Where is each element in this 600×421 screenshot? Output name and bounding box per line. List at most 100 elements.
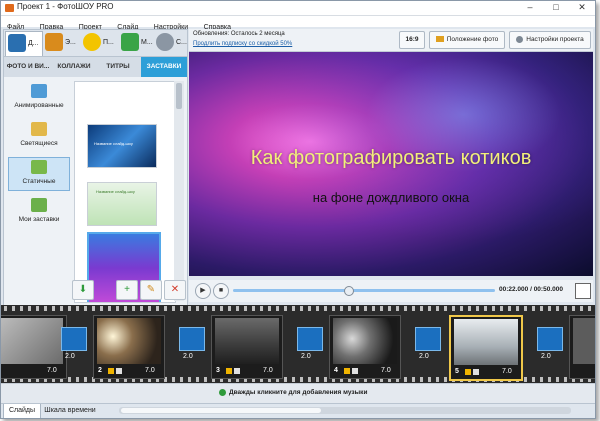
time-display: 00:22.000 / 00:50.000 — [499, 286, 563, 293]
project-settings-button[interactable]: Настройки проекта — [509, 31, 591, 49]
title-bar: Проект 1 - ФотоШОУ PRO – □ ✕ — [1, 1, 595, 16]
window-title: Проект 1 - ФотоШОУ PRO — [17, 2, 114, 11]
new-intro-button[interactable]: + — [116, 280, 138, 300]
subtab-intros[interactable]: ЗАСТАВКИ — [141, 57, 187, 77]
transition-5[interactable]: 2.0 — [537, 327, 563, 367]
thumbnails-scrollbar[interactable] — [174, 81, 184, 301]
scrollbar-thumb[interactable] — [121, 408, 321, 413]
category-list: Анимированные Светящиеся Статичные Мои з… — [8, 81, 70, 233]
play-button[interactable]: ▶ — [195, 283, 211, 299]
tab-music[interactable]: М... — [119, 31, 153, 55]
category-glowing[interactable]: Светящиеся — [8, 119, 70, 153]
transition-1[interactable]: 2.0 — [61, 327, 87, 367]
slide-thumbnail-2[interactable]: 2 7.0 — [93, 315, 165, 379]
timeline-scrollbar[interactable] — [119, 407, 571, 414]
slide-image — [215, 318, 279, 364]
preview-subtitle: на фоне дождливого окна — [312, 190, 470, 205]
category-animated[interactable]: Анимированные — [8, 81, 70, 115]
slide-thumbnail-4[interactable]: 4 7.0 — [329, 315, 401, 379]
close-button[interactable]: ✕ — [569, 1, 595, 14]
panel-toolbar: ⬇ + ✎ ✕ — [4, 280, 187, 306]
slide-preview[interactable]: Как фотографировать котиков на фоне дожд… — [189, 52, 593, 276]
bottom-bar: Слайды Шкала времени — [1, 403, 595, 418]
maximize-button[interactable]: □ — [543, 1, 569, 14]
music-icon — [121, 33, 139, 51]
slide-sound-icon[interactable] — [473, 369, 479, 375]
fullscreen-button[interactable] — [575, 283, 591, 299]
aspect-ratio-button[interactable]: 16:9 — [399, 31, 425, 49]
transition-icon — [61, 327, 87, 351]
animated-icon — [31, 84, 47, 98]
edit-slide-icon[interactable] — [465, 369, 471, 375]
tab-photos[interactable]: Д... — [5, 31, 43, 56]
progress-handle[interactable] — [344, 286, 355, 296]
slide-sound-icon[interactable] — [234, 368, 240, 374]
subtab-collages[interactable]: КОЛЛАЖИ — [52, 57, 96, 77]
top-bar: Обновления: Осталось 2 месяца Продлить п… — [189, 29, 593, 52]
photos-icon — [8, 34, 26, 52]
gear-icon — [516, 35, 524, 43]
effects-icon — [45, 33, 63, 51]
photo-position-icon — [435, 36, 444, 43]
edit-slide-icon[interactable] — [226, 368, 232, 374]
film-perforation-top — [1, 306, 595, 311]
transition-icon — [537, 327, 563, 351]
slide-thumbnail-6[interactable] — [569, 315, 595, 379]
slide-filmstrip: ◀ ▶ 7.0 2.0 2 7.0 2.0 3 7.0 — [1, 305, 595, 383]
tab-slides[interactable]: Слайды — [3, 404, 41, 418]
static-icon — [31, 160, 47, 174]
slide-thumbnail-1[interactable]: 7.0 — [1, 315, 67, 379]
subtab-titles[interactable]: ТИТРЫ — [96, 57, 140, 77]
slide-image — [97, 318, 161, 364]
add-to-project-button[interactable]: ⬇ — [72, 280, 94, 300]
edit-intro-button[interactable]: ✎ — [140, 280, 162, 300]
intro-thumbnail[interactable]: Название слайд-шоу — [87, 182, 157, 226]
category-static[interactable]: Статичные — [8, 157, 70, 191]
transition-2[interactable]: 2.0 — [179, 327, 205, 367]
stop-button[interactable]: ■ — [213, 283, 229, 299]
slide-image — [1, 318, 63, 364]
slide-thumbnail-3[interactable]: 3 7.0 — [211, 315, 283, 379]
category-my-intros[interactable]: Мои заставки — [8, 195, 70, 229]
minimize-button[interactable]: – — [517, 1, 543, 14]
slide-image — [454, 319, 518, 365]
scrollbar-thumb[interactable] — [176, 83, 182, 109]
slide-image — [573, 318, 595, 364]
glowing-icon — [31, 122, 47, 136]
transition-icon — [179, 327, 205, 351]
top-tabs: Д... Э... П... М... С... — [4, 30, 187, 57]
edit-slide-icon[interactable] — [344, 368, 350, 374]
progress-track[interactable] — [233, 286, 495, 296]
slide-sound-icon[interactable] — [352, 368, 358, 374]
preview-title: Как фотографировать котиков — [250, 147, 532, 169]
transition-icon — [415, 327, 441, 351]
music-note-icon — [219, 389, 226, 396]
playback-controls: ▶ ■ 00:22.000 / 00:50.000 — [189, 280, 593, 302]
slide-sound-icon[interactable] — [116, 368, 122, 374]
music-hint: Дважды кликните для добавления музыки — [229, 389, 368, 396]
slide-image — [333, 318, 397, 364]
transition-3[interactable]: 2.0 — [297, 327, 323, 367]
subtab-photo-video[interactable]: ФОТО И ВИ... — [4, 57, 52, 77]
intro-thumbnail[interactable]: Название слайд-шоу — [87, 124, 157, 168]
left-panel: Д... Э... П... М... С... ФОТО И ВИ... КО… — [3, 29, 188, 307]
app-window: Проект 1 - ФотоШОУ PRO – □ ✕ Файл Правка… — [0, 0, 596, 419]
intro-thumbnails: Название слайд-шоу Название слайд-шоу — [74, 81, 176, 303]
my-intros-icon — [31, 198, 47, 212]
renew-subscription-link[interactable]: Продлить подписку со скидкой 50% — [193, 41, 292, 47]
app-logo-icon — [5, 4, 14, 12]
sub-tabs: ФОТО И ВИ... КОЛЛАЖИ ТИТРЫ ЗАСТАВКИ — [4, 57, 187, 77]
edit-slide-icon[interactable] — [108, 368, 114, 374]
tab-settings[interactable]: С... — [154, 31, 187, 55]
transition-4[interactable]: 2.0 — [415, 327, 441, 367]
tab-effects[interactable]: Э... — [43, 31, 79, 55]
star-icon — [83, 33, 101, 51]
music-track[interactable]: Дважды кликните для добавления музыки — [1, 383, 595, 404]
tab-stars[interactable]: П... — [81, 31, 117, 55]
slide-thumbnail-5-selected[interactable]: 5 7.0 — [449, 315, 523, 381]
delete-intro-button[interactable]: ✕ — [164, 280, 186, 300]
update-status: Обновления: Осталось 2 месяца — [193, 31, 285, 37]
tab-timeline[interactable]: Шкала времени — [41, 404, 99, 418]
menu-bar: Файл Правка Проект Слайд Настройки Справ… — [1, 16, 595, 31]
photo-position-button[interactable]: Положение фото — [429, 31, 505, 49]
